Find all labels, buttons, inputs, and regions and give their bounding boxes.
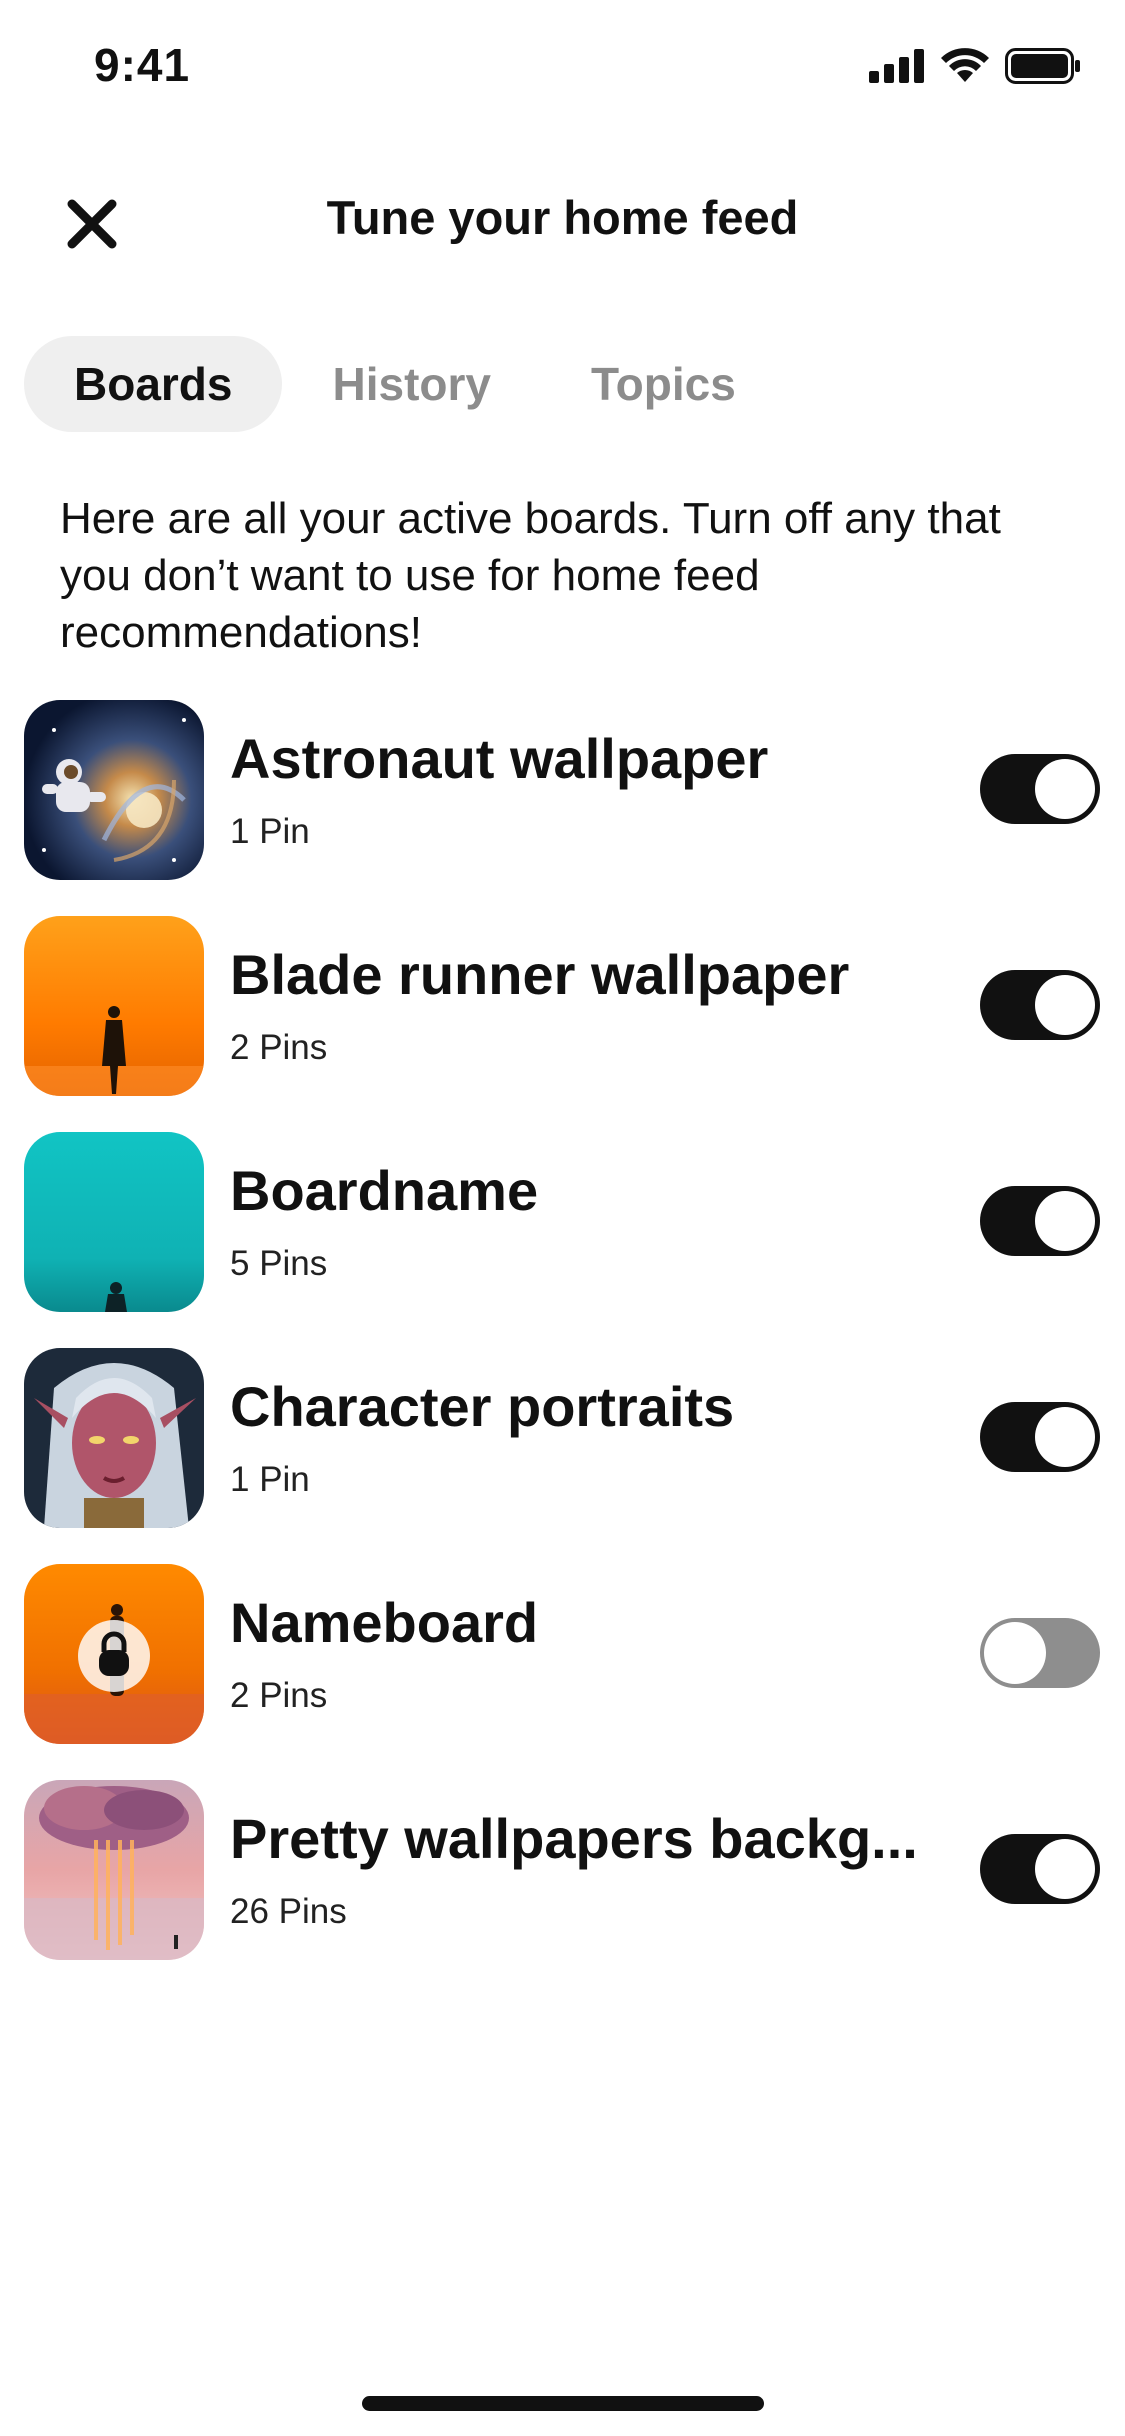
board-row-blade-runner-wallpaper[interactable]: Blade runner wallpaper 2 Pins bbox=[0, 912, 1125, 1128]
tune-home-feed-screen: 9:41 Tune your home feed Boards History … bbox=[0, 0, 1125, 2436]
tab-boards[interactable]: Boards bbox=[24, 336, 283, 432]
board-toggle[interactable] bbox=[980, 1618, 1100, 1688]
board-name: Boardname bbox=[230, 1159, 539, 1222]
description-text: Here are all your active boards. Turn of… bbox=[60, 494, 1001, 657]
board-thumbnail bbox=[24, 1132, 204, 1312]
wifi-icon bbox=[941, 48, 989, 82]
status-time: 9:41 bbox=[94, 39, 191, 91]
board-thumbnail bbox=[24, 1348, 204, 1528]
board-pin-count: 26 Pins bbox=[230, 1892, 347, 1931]
board-pin-count: 2 Pins bbox=[230, 1676, 328, 1715]
status-bar: 9:41 bbox=[0, 0, 1125, 132]
board-name: Character portraits bbox=[230, 1375, 735, 1438]
board-name: Nameboard bbox=[230, 1591, 539, 1654]
board-toggle[interactable] bbox=[980, 970, 1100, 1040]
board-row-pretty-wallpapers[interactable]: Pretty wallpapers backg... 26 Pins bbox=[0, 1776, 1125, 1992]
board-row-character-portraits[interactable]: Character portraits 1 Pin bbox=[0, 1344, 1125, 1560]
board-name: Blade runner wallpaper bbox=[230, 943, 850, 1006]
board-list: Astronaut wallpaper 1 Pin Blade runner w… bbox=[0, 696, 1125, 1992]
board-row-astronaut-wallpaper[interactable]: Astronaut wallpaper 1 Pin bbox=[0, 696, 1125, 912]
board-row-boardname[interactable]: Boardname 5 Pins bbox=[0, 1128, 1125, 1344]
board-pin-count: 2 Pins bbox=[230, 1028, 328, 1067]
board-toggle[interactable] bbox=[980, 1402, 1100, 1472]
status-icons bbox=[869, 48, 1081, 84]
tab-history[interactable]: History bbox=[282, 336, 540, 432]
board-toggle[interactable] bbox=[980, 754, 1100, 824]
tab-topics[interactable]: Topics bbox=[541, 336, 786, 432]
toggle-knob bbox=[1035, 1407, 1095, 1467]
toggle-knob bbox=[1035, 759, 1095, 819]
home-indicator[interactable] bbox=[362, 2396, 764, 2411]
board-thumbnail bbox=[24, 700, 204, 880]
board-name: Pretty wallpapers backg... bbox=[230, 1807, 918, 1870]
toggle-knob bbox=[1035, 975, 1095, 1035]
board-thumbnail bbox=[24, 1780, 204, 1960]
board-pin-count: 1 Pin bbox=[230, 812, 310, 851]
board-toggle[interactable] bbox=[980, 1186, 1100, 1256]
board-toggle[interactable] bbox=[980, 1834, 1100, 1904]
page-title: Tune your home feed bbox=[326, 191, 799, 244]
toggle-knob bbox=[1035, 1839, 1095, 1899]
board-name: Astronaut wallpaper bbox=[230, 727, 769, 790]
toggle-knob bbox=[984, 1622, 1046, 1684]
board-pin-count: 1 Pin bbox=[230, 1460, 310, 1499]
board-pin-count: 5 Pins bbox=[230, 1244, 328, 1283]
toggle-knob bbox=[1035, 1191, 1095, 1251]
board-thumbnail bbox=[24, 1564, 204, 1744]
board-thumbnail bbox=[24, 916, 204, 1096]
tab-bar: Boards History Topics bbox=[24, 336, 786, 432]
battery-icon bbox=[1005, 48, 1080, 84]
board-row-nameboard[interactable]: Nameboard 2 Pins bbox=[0, 1560, 1125, 1776]
cellular-signal-icon bbox=[869, 49, 924, 83]
lock-icon bbox=[99, 1631, 129, 1676]
